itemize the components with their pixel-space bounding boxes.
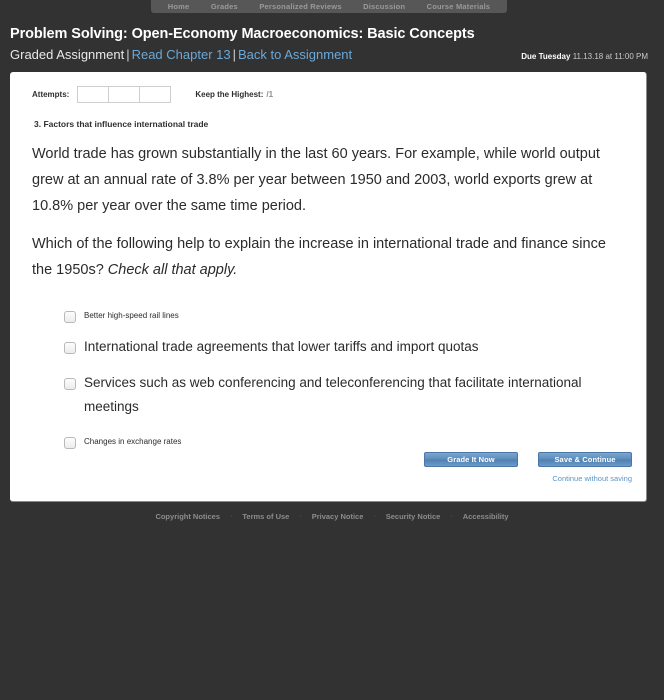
assignment-type-label: Graded Assignment [10, 47, 125, 62]
question-card: Attempts: Keep the Highest:/1 3. Factors… [10, 72, 647, 502]
checkbox-icon[interactable] [64, 437, 76, 449]
assignment-meta: Graded Assignment | Read Chapter 13 | Back t… [10, 46, 352, 63]
keep-the-highest: Keep the Highest:/1 [195, 90, 273, 99]
option-label-1: Better high-speed rail lines [84, 311, 179, 320]
nav-item-discussion[interactable]: Discussion [363, 0, 405, 13]
footer-link-terms-of-use[interactable]: Terms of Use [232, 512, 299, 521]
nav-item-course-materials[interactable]: Course Materials [427, 0, 491, 13]
top-navigation: Home Grades Personalized Reviews Discuss… [151, 0, 507, 13]
option-row-1[interactable]: Better high-speed rail lines [64, 309, 632, 323]
nav-item-personalized-reviews[interactable]: Personalized Reviews [259, 0, 341, 13]
attempt-box-3[interactable] [139, 86, 172, 103]
nav-item-home[interactable]: Home [168, 0, 190, 13]
attempts-label: Attempts: [32, 90, 70, 99]
question-paragraph-1: World trade has grown substantially in t… [32, 146, 600, 214]
option-label-2: International trade agreements that lowe… [84, 339, 479, 354]
top-navigation-bar: Home Grades Personalized Reviews Discuss… [0, 0, 664, 13]
option-row-3[interactable]: Services such as web conferencing and te… [64, 375, 632, 419]
option-row-4[interactable]: Changes in exchange rates [64, 435, 632, 449]
attempt-box-1[interactable] [77, 86, 110, 103]
option-label-3: Services such as web conferencing and te… [84, 375, 582, 414]
continue-without-saving-link[interactable]: Continue without saving [424, 474, 632, 483]
footer: Copyright Notices · Terms of Use · Priva… [0, 512, 664, 521]
keep-the-highest-value: /1 [266, 90, 274, 99]
meta-separator-2: | [232, 47, 236, 62]
due-date-prefix: Due Tuesday [521, 52, 571, 61]
footer-link-security-notice[interactable]: Security Notice [376, 512, 451, 521]
page-header: Problem Solving: Open-Economy Macroecono… [0, 13, 664, 65]
nav-item-grades[interactable]: Grades [211, 0, 238, 13]
attempt-box-2[interactable] [108, 86, 141, 103]
grade-it-now-button[interactable]: Grade It Now [424, 452, 518, 467]
due-date: Due Tuesday 11.13.18 at 11:00 PM [521, 48, 648, 65]
checkbox-icon[interactable] [64, 342, 76, 354]
footer-link-privacy-notice[interactable]: Privacy Notice [302, 512, 374, 521]
question-heading: 3. Factors that influence international … [34, 119, 209, 129]
option-row-2[interactable]: International trade agreements that lowe… [64, 339, 632, 359]
read-chapter-link[interactable]: Read Chapter 13 [132, 47, 231, 62]
attempt-boxes [77, 86, 172, 103]
due-date-value: 11.13.18 at 11:00 PM [572, 52, 648, 61]
footer-link-accessibility[interactable]: Accessibility [453, 512, 519, 521]
action-area: Grade It Now Save & Continue Continue wi… [424, 452, 632, 483]
meta-separator-1: | [126, 47, 130, 62]
attempts-row: Attempts: Keep the Highest:/1 [24, 82, 632, 103]
question-paragraph-2: Which of the following help to explain t… [32, 231, 624, 283]
button-row: Grade It Now Save & Continue [424, 452, 632, 467]
option-label-4: Changes in exchange rates [84, 437, 182, 446]
checkbox-icon[interactable] [64, 378, 76, 390]
check-all-that-apply-note: Check all that apply. [107, 262, 238, 278]
question-body: World trade has grown substantially in t… [24, 129, 632, 283]
back-to-assignment-link[interactable]: Back to Assignment [238, 47, 352, 62]
footer-link-copyright-notices[interactable]: Copyright Notices [145, 512, 230, 521]
save-and-continue-button[interactable]: Save & Continue [538, 452, 632, 467]
keep-the-highest-label: Keep the Highest: [195, 90, 264, 99]
header-subline: Graded Assignment | Read Chapter 13 | Back t… [10, 46, 664, 65]
answer-options: Better high-speed rail lines Internation… [24, 295, 632, 449]
checkbox-icon[interactable] [64, 311, 76, 323]
page-title: Problem Solving: Open-Economy Macroecono… [10, 26, 475, 42]
